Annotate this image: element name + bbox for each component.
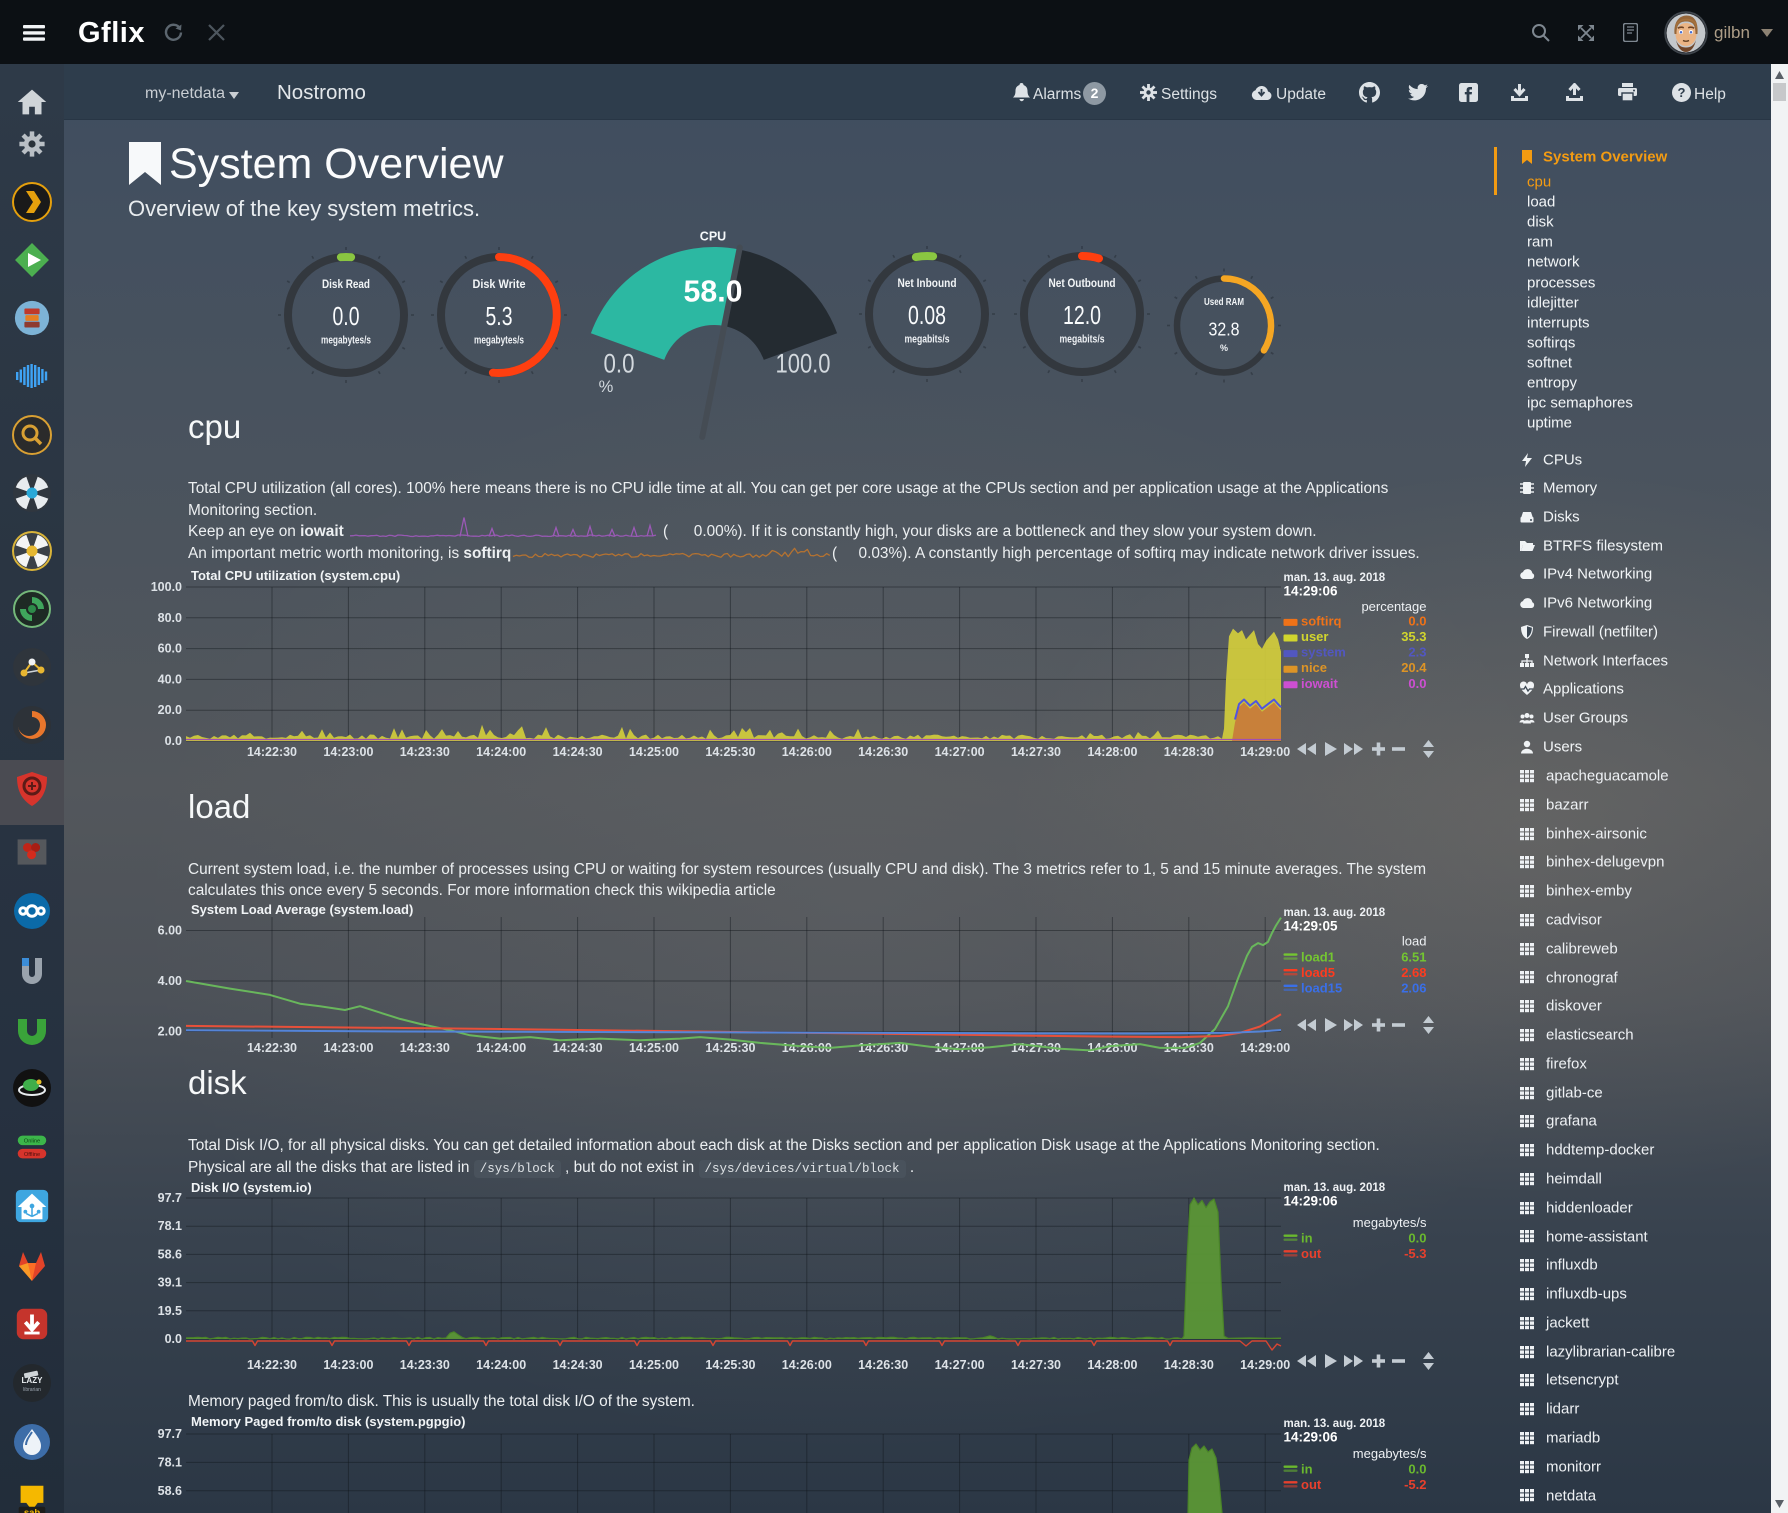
svg-text:megabytes/s: megabytes/s xyxy=(1353,1446,1427,1461)
svg-text:-5.2: -5.2 xyxy=(1404,1477,1426,1492)
svg-text:78.1: 78.1 xyxy=(158,1455,182,1469)
svg-text:Offline: Offline xyxy=(24,1152,40,1158)
svg-text:librarian: librarian xyxy=(23,1387,41,1393)
svg-text:?: ? xyxy=(1678,85,1686,100)
svg-text:97.7: 97.7 xyxy=(158,1427,182,1441)
svg-text:0.0: 0.0 xyxy=(1408,1462,1426,1477)
svg-text:out: out xyxy=(1301,1477,1322,1492)
svg-text:Memory Paged from/to disk (sys: Memory Paged from/to disk (system.pgpgio… xyxy=(191,1414,466,1429)
svg-text:in: in xyxy=(1301,1462,1313,1477)
svg-text:sab: sab xyxy=(24,1507,41,1513)
svg-text:58.6: 58.6 xyxy=(158,1484,182,1498)
svg-text:man. 13. aug. 2018: man. 13. aug. 2018 xyxy=(1284,1418,1386,1430)
svg-text:14:29:06: 14:29:06 xyxy=(1284,1430,1339,1445)
svg-text:Online: Online xyxy=(24,1139,40,1145)
